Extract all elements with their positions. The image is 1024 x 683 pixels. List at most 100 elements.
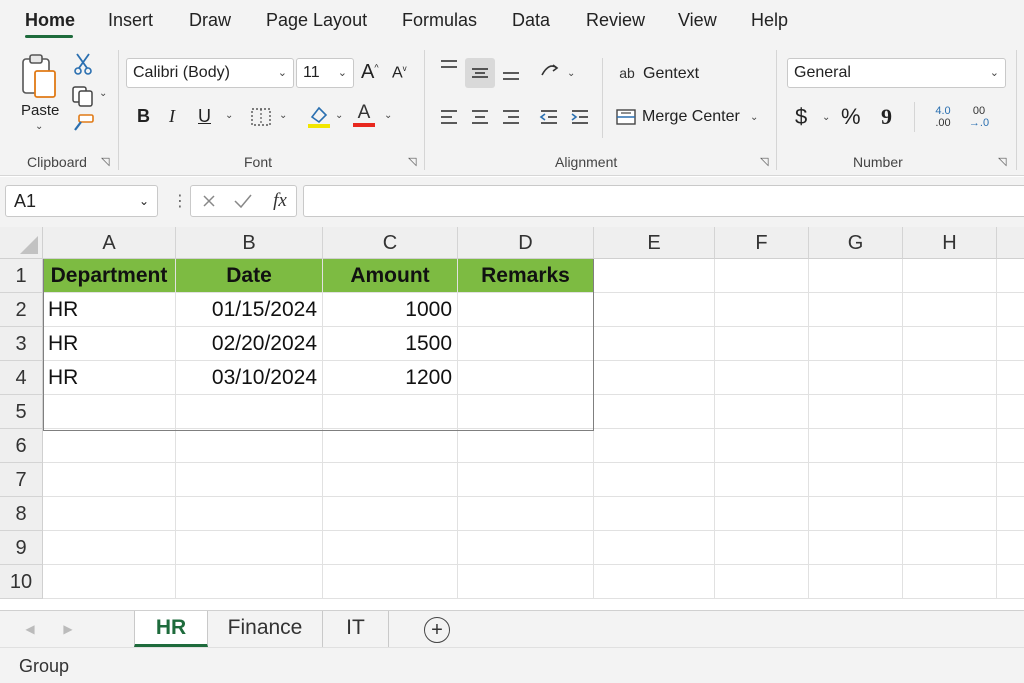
empty-cell[interactable] [323, 531, 458, 565]
empty-cell[interactable] [809, 293, 903, 327]
column-header[interactable]: F [715, 227, 809, 259]
empty-cell[interactable] [43, 497, 176, 531]
enter-icon[interactable] [231, 190, 255, 212]
tab-draw[interactable]: Draw [189, 10, 231, 31]
table-cell[interactable]: HR [43, 361, 176, 395]
select-all-button[interactable] [0, 227, 43, 259]
table-cell[interactable]: 02/20/2024 [176, 327, 323, 361]
empty-cell[interactable] [903, 429, 997, 463]
row-header[interactable]: 9 [0, 531, 43, 565]
row-header[interactable]: 5 [0, 395, 43, 429]
percent-button[interactable]: % [841, 104, 861, 130]
table-cell[interactable] [458, 327, 594, 361]
borders-chevron-icon[interactable]: ⌄ [279, 110, 287, 121]
empty-cell[interactable] [809, 327, 903, 361]
empty-cell[interactable] [715, 565, 809, 599]
empty-cell[interactable] [903, 395, 997, 429]
empty-cell[interactable] [997, 565, 1024, 599]
empty-cell[interactable] [715, 463, 809, 497]
empty-cell[interactable] [594, 463, 715, 497]
font-launcher-icon[interactable]: ◹ [408, 155, 416, 168]
orientation-chevron-icon[interactable]: ⌄ [567, 68, 575, 79]
empty-cell[interactable] [323, 463, 458, 497]
table-cell[interactable]: 1200 [323, 361, 458, 395]
merge-center-button[interactable]: Merge Center [642, 108, 740, 126]
row-header[interactable]: 1 [0, 259, 43, 293]
fill-color-icon[interactable] [305, 102, 333, 130]
row-header[interactable]: 7 [0, 463, 43, 497]
table-cell[interactable]: 1000 [323, 293, 458, 327]
orientation-icon[interactable] [538, 58, 562, 82]
empty-cell[interactable] [715, 361, 809, 395]
empty-cell[interactable] [715, 497, 809, 531]
empty-cell[interactable] [903, 497, 997, 531]
formula-input[interactable] [303, 185, 1024, 217]
empty-cell[interactable] [997, 497, 1024, 531]
row-header[interactable]: 2 [0, 293, 43, 327]
cut-icon[interactable] [72, 52, 94, 76]
row-header[interactable]: 10 [0, 565, 43, 599]
scroll-right-icon[interactable]: ▶ [60, 619, 76, 639]
font-name-select[interactable]: Calibri (Body) ⌄ [126, 58, 294, 88]
empty-cell[interactable] [903, 293, 997, 327]
font-color-chevron-icon[interactable]: ⌄ [384, 110, 392, 121]
font-color-icon[interactable]: A [350, 102, 378, 130]
empty-cell[interactable] [594, 395, 715, 429]
column-header[interactable]: A [43, 227, 176, 259]
empty-cell[interactable] [903, 531, 997, 565]
column-header[interactable] [997, 227, 1024, 259]
bold-button[interactable]: B [137, 106, 150, 127]
increase-font-size-button[interactable]: A^ [361, 61, 379, 84]
currency-button[interactable]: $ [795, 104, 807, 130]
empty-cell[interactable] [323, 565, 458, 599]
more-options-icon[interactable]: ⋮ [172, 191, 188, 211]
column-header[interactable]: C [323, 227, 458, 259]
empty-cell[interactable] [594, 361, 715, 395]
table-cell[interactable]: HR [43, 293, 176, 327]
underline-button[interactable]: U [198, 106, 211, 127]
align-bottom-icon[interactable] [499, 62, 523, 84]
tab-help[interactable]: Help [751, 10, 788, 31]
empty-cell[interactable] [997, 531, 1024, 565]
comma-style-button[interactable]: 9 [881, 104, 892, 130]
column-header[interactable]: E [594, 227, 715, 259]
tab-formulas[interactable]: Formulas [402, 10, 477, 31]
increase-indent-icon[interactable] [568, 106, 592, 128]
align-center-icon[interactable] [468, 106, 492, 128]
empty-cell[interactable] [43, 395, 176, 429]
row-header[interactable]: 8 [0, 497, 43, 531]
table-cell[interactable]: HR [43, 327, 176, 361]
scroll-left-icon[interactable]: ◀ [22, 619, 38, 639]
insert-function-icon[interactable]: fx [267, 189, 293, 213]
empty-cell[interactable] [809, 259, 903, 293]
format-painter-icon[interactable] [70, 112, 96, 134]
clipboard-launcher-icon[interactable]: ◹ [101, 155, 109, 168]
table-cell[interactable]: 03/10/2024 [176, 361, 323, 395]
decrease-decimal-button[interactable]: 00 →.0 [964, 102, 994, 132]
sheet-tab-it[interactable]: IT [323, 611, 389, 647]
empty-cell[interactable] [715, 327, 809, 361]
alignment-launcher-icon[interactable]: ◹ [760, 155, 768, 168]
empty-cell[interactable] [176, 565, 323, 599]
wrap-text-icon[interactable]: ab [614, 62, 640, 84]
empty-cell[interactable] [43, 531, 176, 565]
add-sheet-icon[interactable]: + [424, 617, 450, 643]
empty-cell[interactable] [809, 531, 903, 565]
empty-cell[interactable] [43, 463, 176, 497]
empty-cell[interactable] [903, 463, 997, 497]
empty-cell[interactable] [903, 565, 997, 599]
merge-chevron-icon[interactable]: ⌄ [750, 112, 758, 123]
empty-cell[interactable] [809, 361, 903, 395]
empty-cell[interactable] [458, 497, 594, 531]
paste-chevron-icon[interactable]: ⌄ [35, 121, 43, 132]
increase-decimal-button[interactable]: 4.0.00 [928, 102, 958, 132]
empty-cell[interactable] [903, 361, 997, 395]
copy-icon[interactable] [70, 84, 96, 108]
cancel-icon[interactable] [197, 190, 221, 212]
align-right-icon[interactable] [499, 106, 523, 128]
italic-button[interactable]: I [169, 106, 175, 127]
number-format-select[interactable]: General ⌄ [787, 58, 1006, 88]
tab-data[interactable]: Data [512, 10, 550, 31]
empty-cell[interactable] [997, 395, 1024, 429]
copy-chevron-icon[interactable]: ⌄ [99, 88, 107, 99]
